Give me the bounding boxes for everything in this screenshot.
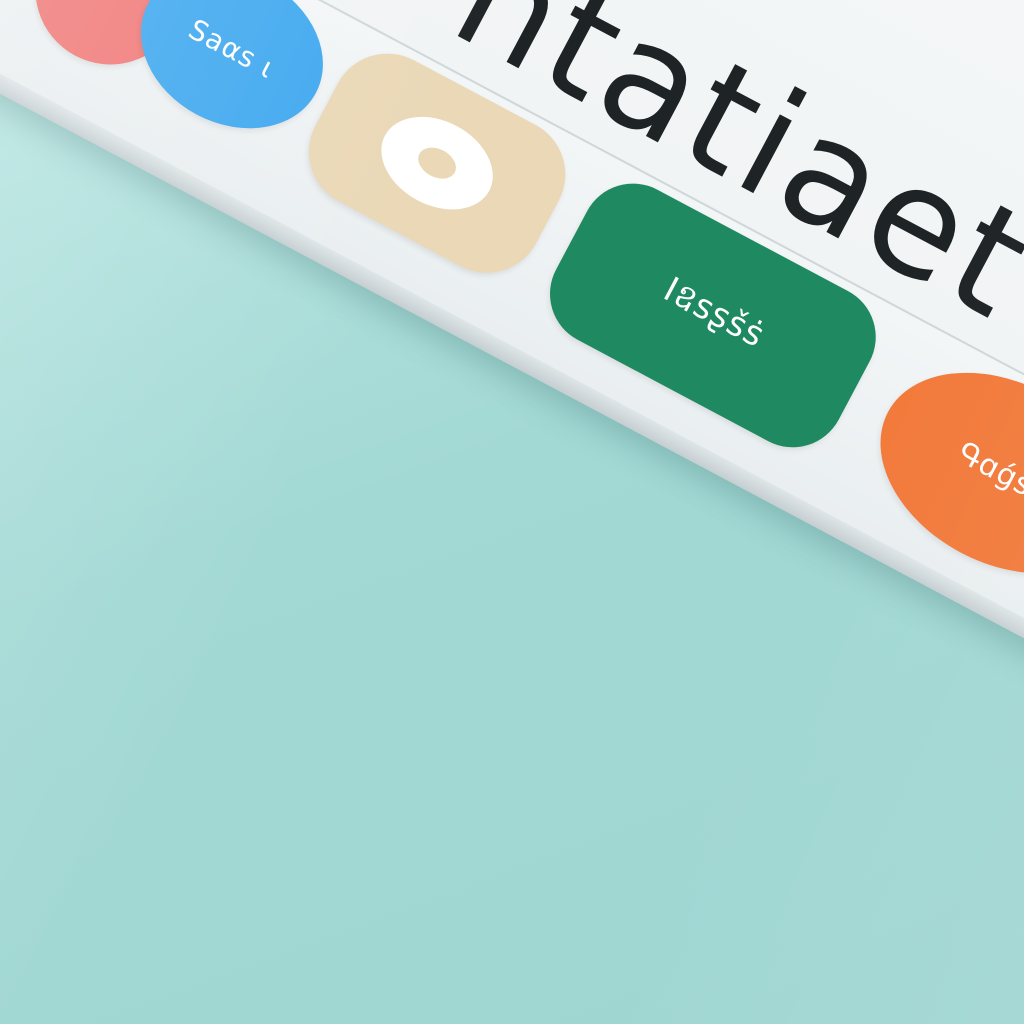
target-icon-center [412,141,462,185]
app-window: ntatiaet Ѕaαs ɩ Iឧsʂšṡ Գɑǵśṩ [0,0,1024,678]
target-icon [365,98,509,228]
photo-scene: ntatiaet Ѕaαs ɩ Iឧsʂšṡ Գɑǵśṩ [0,0,1024,1024]
